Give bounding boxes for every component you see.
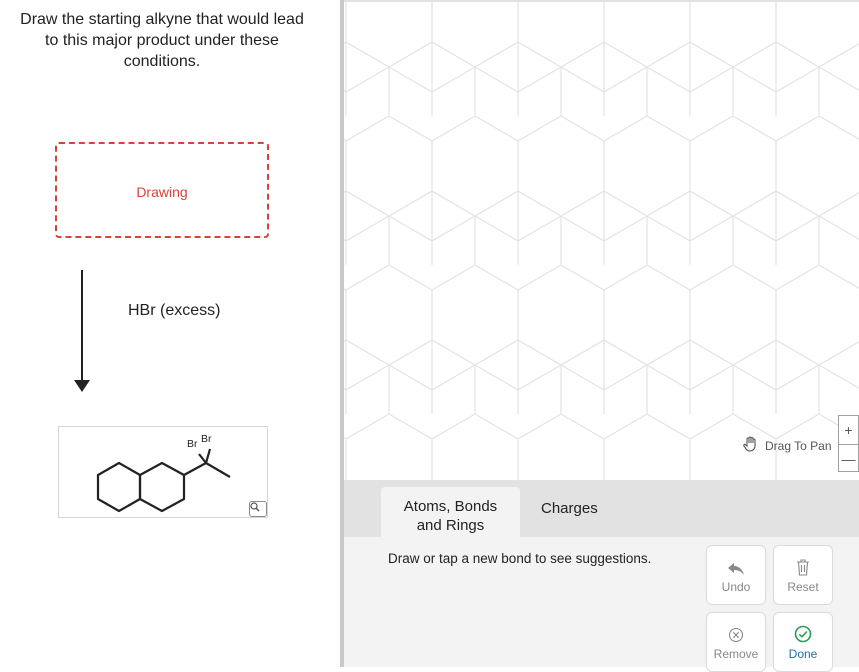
bond-to-br-1 [204,448,212,464]
hex-grid [344,2,859,480]
question-line-3: conditions. [123,53,201,70]
reagent-label: HBr (excess) [128,302,221,319]
undo-label: Undo [721,580,751,594]
question-panel: Draw the starting alkyne that would lead… [0,0,340,667]
left-ring [96,461,142,513]
right-ring [138,461,186,513]
drag-to-pan: Drag To Pan [742,435,832,456]
zoom-in-button[interactable]: + [839,416,858,444]
reaction-arrow [81,270,83,382]
tool-tabs: Atoms, Bonds and Rings Charges [344,480,859,537]
product-structure: Br Br [58,426,268,518]
reset-label: Reset [787,580,819,594]
drawing-answer-box[interactable]: Drawing [55,142,269,238]
side-chain [183,461,231,478]
tab-atoms-line-2: and Rings [416,517,485,534]
question-text: Draw the starting alkyne that would lead… [12,9,312,72]
tab-atoms-bonds-rings[interactable]: Atoms, Bonds and Rings [381,487,520,537]
zoom-control: + — [838,415,859,472]
tool-area: Draw or tap a new bond to see suggestion… [344,537,859,672]
tab-charges[interactable]: Charges [541,500,598,517]
reset-button[interactable]: Reset [773,545,833,605]
question-line-1: Draw the starting alkyne that would lead [20,11,304,28]
br-label-2: Br [201,433,212,445]
undo-icon [707,546,765,576]
zoom-out-button[interactable]: — [839,444,858,473]
check-circle-icon [774,613,832,643]
drawing-label: Drawing [136,184,188,200]
product-structure-drawing: Br Br [96,433,231,513]
hand-icon [742,435,760,456]
done-label: Done [788,647,818,661]
done-button[interactable]: Done [773,612,833,672]
remove-icon [707,613,765,643]
drag-to-pan-label: Drag To Pan [765,438,832,453]
remove-button[interactable]: Remove [706,612,766,672]
suggestion-hint: Draw or tap a new bond to see suggestion… [388,551,652,566]
undo-button[interactable]: Undo [706,545,766,605]
question-line-2: to this major product under these [45,32,279,49]
reaction-arrow-head [74,380,90,392]
tab-atoms-line-1: Atoms, Bonds [403,498,498,515]
bond-to-br-2 [198,453,207,464]
drawing-canvas[interactable] [344,0,859,480]
remove-label: Remove [713,647,759,661]
trash-icon [774,546,832,576]
magnifier-icon[interactable] [249,501,267,517]
br-label-1: Br [187,438,198,450]
